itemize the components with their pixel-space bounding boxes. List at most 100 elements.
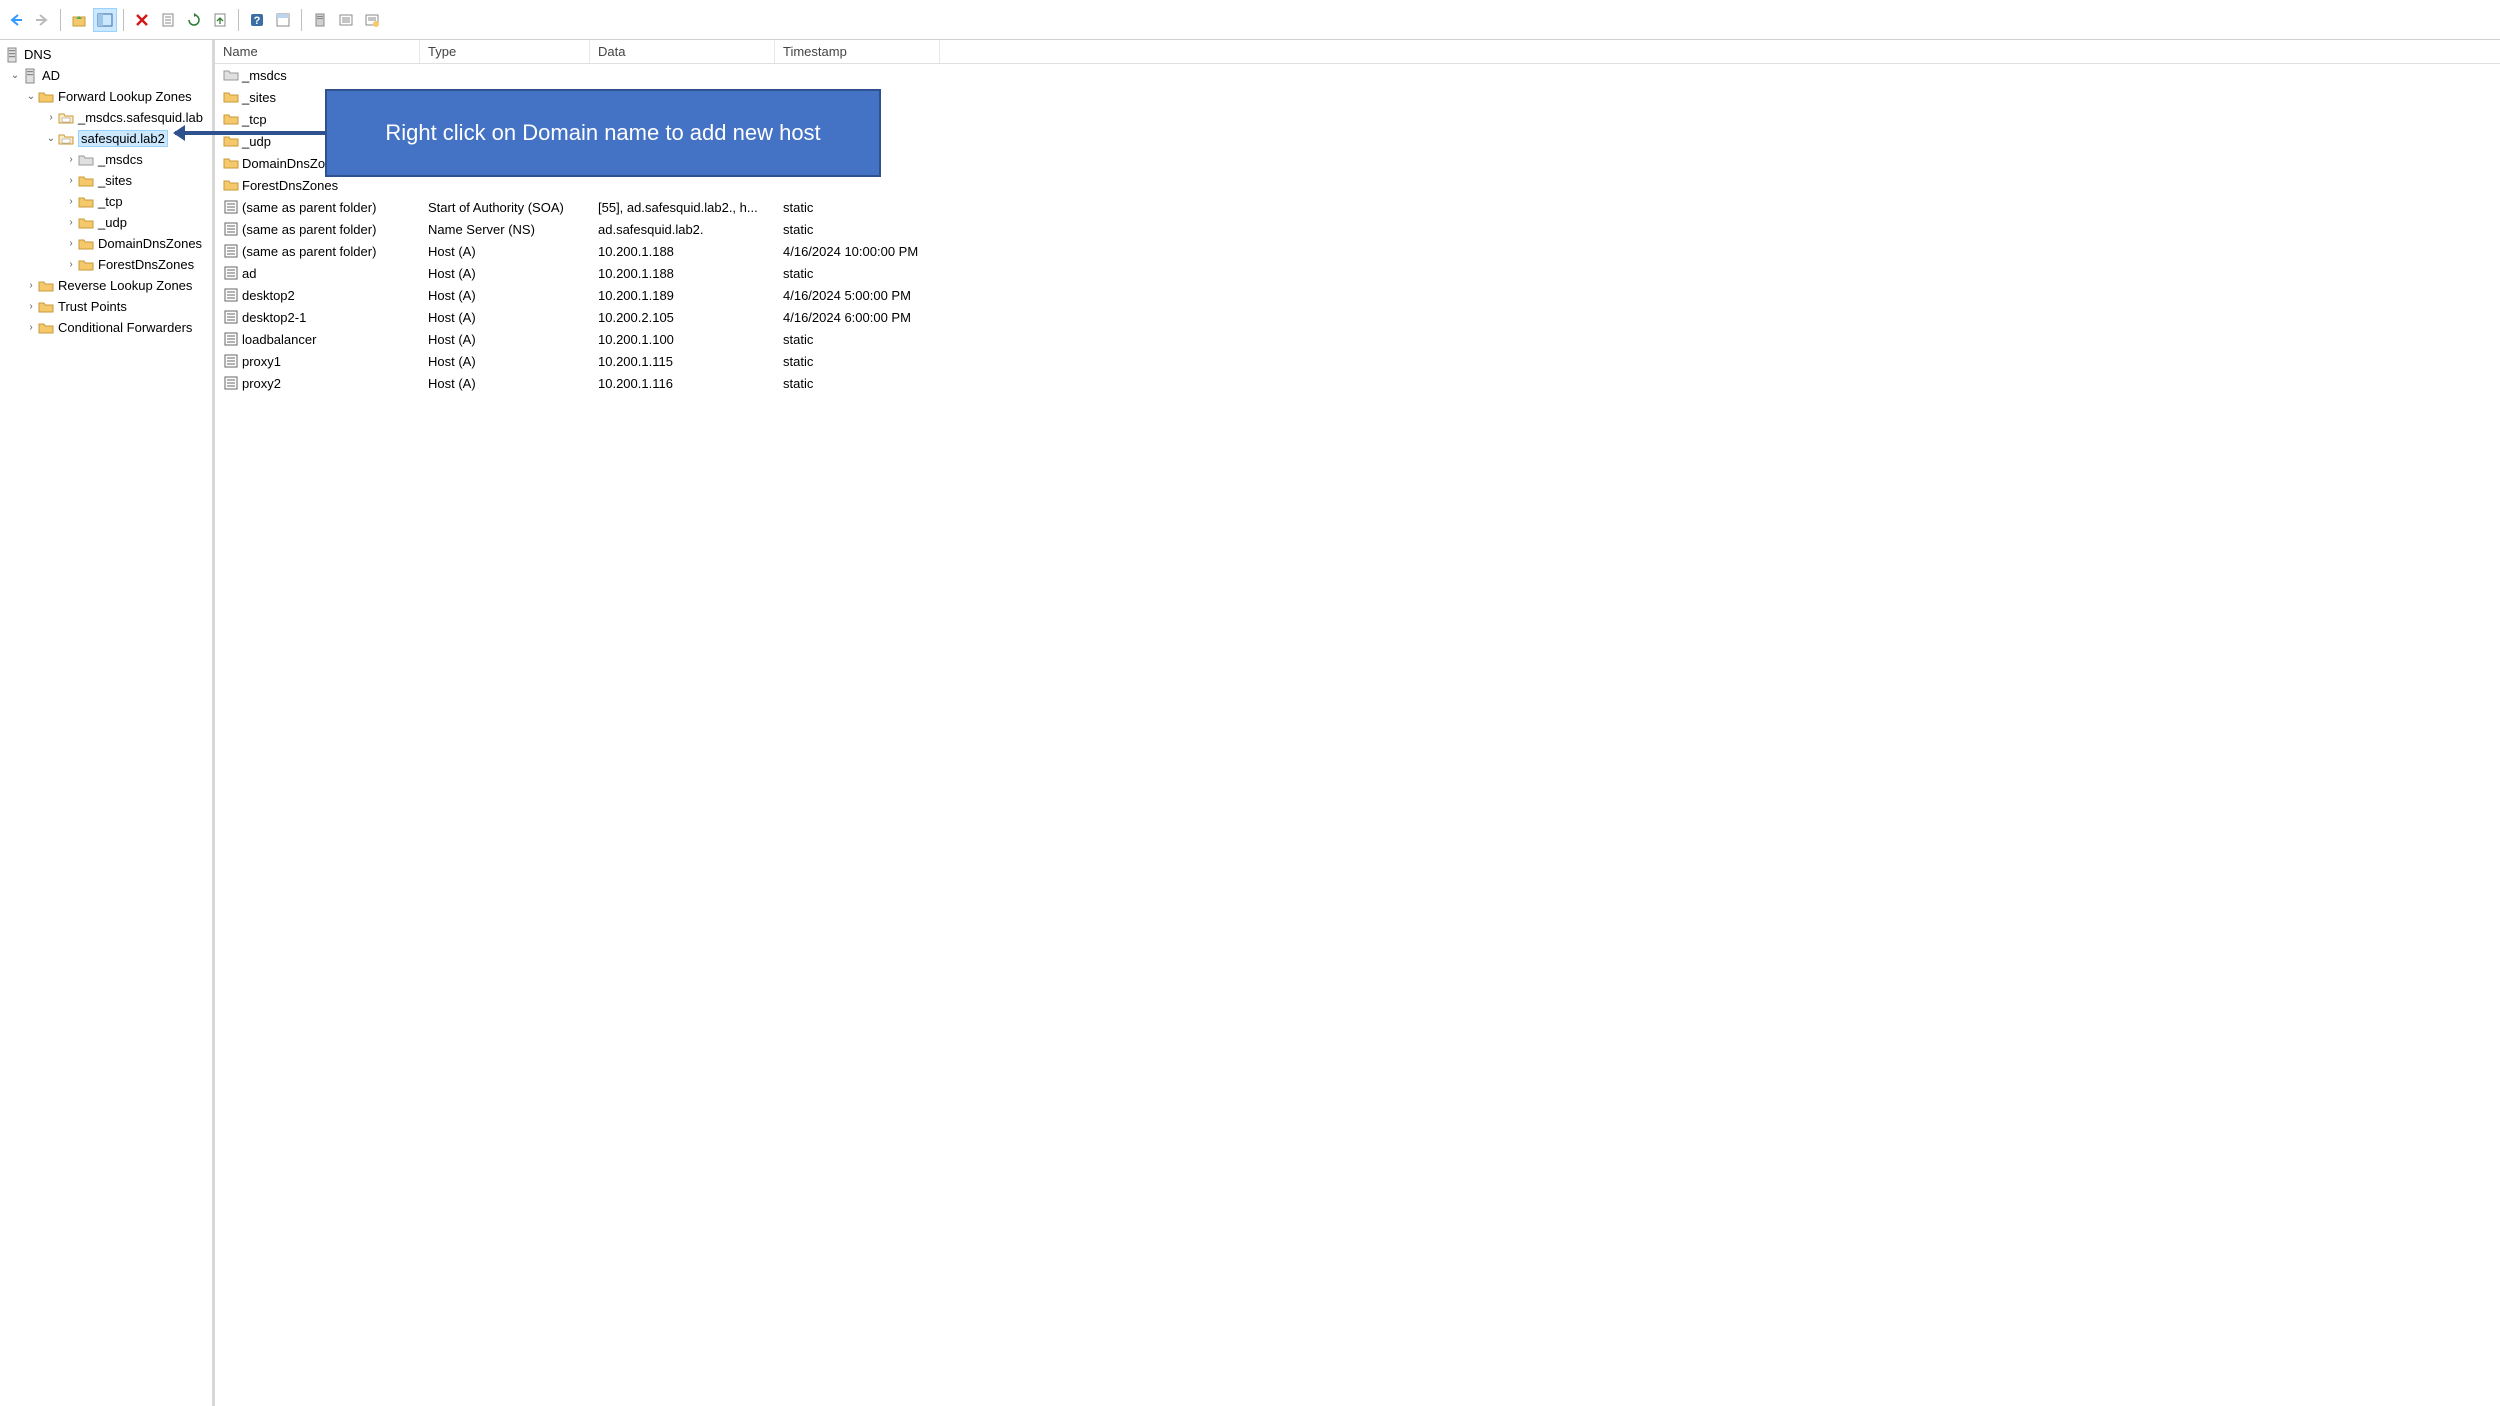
tree-label: Trust Points — [58, 299, 127, 314]
cell-name-text: desktop2 — [242, 288, 295, 303]
delete-button[interactable] — [130, 8, 154, 32]
cell-name: ForestDnsZones — [215, 177, 420, 193]
tree-node-sites[interactable]: › _sites — [0, 170, 212, 191]
cell-timestamp: static — [775, 222, 940, 237]
cell-name: desktop2 — [215, 287, 420, 303]
cell-name: ad — [215, 265, 420, 281]
list-row[interactable]: (same as parent folder)Name Server (NS)a… — [215, 218, 2500, 240]
record-icon — [223, 309, 239, 325]
list-row[interactable]: ForestDnsZones — [215, 174, 2500, 196]
list-row[interactable]: proxy1Host (A)10.200.1.115static — [215, 350, 2500, 372]
column-header-timestamp[interactable]: Timestamp — [775, 40, 940, 63]
cell-name-text: proxy1 — [242, 354, 281, 369]
cell-data: ad.safesquid.lab2. — [590, 222, 775, 237]
cell-timestamp: 4/16/2024 10:00:00 PM — [775, 244, 940, 259]
tree-label: ForestDnsZones — [98, 257, 194, 272]
cell-type: Host (A) — [420, 332, 590, 347]
expander-icon[interactable]: › — [64, 195, 78, 209]
folder-icon — [78, 257, 94, 273]
properties-button[interactable] — [156, 8, 180, 32]
cell-type: Host (A) — [420, 376, 590, 391]
record-icon — [223, 221, 239, 237]
tree-panel: DNS ⌄ AD ⌄ Forward Lookup Zones › _msdcs… — [0, 40, 215, 1406]
folder-icon — [78, 194, 94, 210]
cell-timestamp: static — [775, 376, 940, 391]
tree-node-flz[interactable]: ⌄ Forward Lookup Zones — [0, 86, 212, 107]
export-button[interactable] — [208, 8, 232, 32]
cell-name-text: _udp — [242, 134, 271, 149]
list-row[interactable]: desktop2Host (A)10.200.1.1894/16/2024 5:… — [215, 284, 2500, 306]
cell-data: [55], ad.safesquid.lab2., h... — [590, 200, 775, 215]
folder-icon — [78, 236, 94, 252]
tree-node-trust[interactable]: › Trust Points — [0, 296, 212, 317]
cell-name: loadbalancer — [215, 331, 420, 347]
tree-node-udp[interactable]: › _udp — [0, 212, 212, 233]
expander-icon[interactable]: › — [64, 258, 78, 272]
new-record-button[interactable] — [360, 8, 384, 32]
expander-icon[interactable]: › — [64, 174, 78, 188]
record-icon — [223, 375, 239, 391]
callout-box: Right click on Domain name to add new ho… — [325, 89, 881, 177]
folder-icon — [223, 133, 239, 149]
tree-node-tcp[interactable]: › _tcp — [0, 191, 212, 212]
list-row[interactable]: adHost (A)10.200.1.188static — [215, 262, 2500, 284]
cell-name-text: _sites — [242, 90, 276, 105]
expander-icon[interactable]: ⌄ — [8, 69, 22, 83]
folder-icon — [38, 299, 54, 315]
tree-node-domaindns[interactable]: › DomainDnsZones — [0, 233, 212, 254]
refresh-button[interactable] — [182, 8, 206, 32]
show-hide-tree-button[interactable] — [93, 8, 117, 32]
tree-node-conditional[interactable]: › Conditional Forwarders — [0, 317, 212, 338]
expander-icon[interactable]: ⌄ — [44, 132, 58, 146]
tree-node-server[interactable]: ⌄ AD — [0, 65, 212, 86]
cell-name: (same as parent folder) — [215, 243, 420, 259]
list-row[interactable]: loadbalancerHost (A)10.200.1.100static — [215, 328, 2500, 350]
cell-timestamp: static — [775, 332, 940, 347]
expander-icon[interactable]: › — [64, 237, 78, 251]
tree-node-dns[interactable]: DNS — [0, 44, 212, 65]
help-button[interactable]: ? — [245, 8, 269, 32]
tree-node-msdcs[interactable]: › _msdcs — [0, 149, 212, 170]
column-header-data[interactable]: Data — [590, 40, 775, 63]
expander-icon[interactable]: › — [24, 300, 38, 314]
back-button[interactable] — [4, 8, 28, 32]
tree-node-forestdns[interactable]: › ForestDnsZones — [0, 254, 212, 275]
new-zone-button[interactable] — [334, 8, 358, 32]
folder-icon — [38, 278, 54, 294]
column-header-name[interactable]: Name — [215, 40, 420, 63]
expander-icon[interactable]: › — [64, 153, 78, 167]
cell-name-text: loadbalancer — [242, 332, 316, 347]
record-icon — [223, 243, 239, 259]
cell-type: Host (A) — [420, 244, 590, 259]
cell-timestamp: 4/16/2024 6:00:00 PM — [775, 310, 940, 325]
folder-icon — [223, 89, 239, 105]
cell-name-text: ad — [242, 266, 256, 281]
list-row[interactable]: (same as parent folder)Start of Authorit… — [215, 196, 2500, 218]
cell-name-text: proxy2 — [242, 376, 281, 391]
expander-icon[interactable]: › — [24, 279, 38, 293]
forward-button[interactable] — [30, 8, 54, 32]
expander-icon[interactable]: ⌄ — [24, 90, 38, 104]
cell-name-text: (same as parent folder) — [242, 244, 376, 259]
up-button[interactable] — [67, 8, 91, 32]
list-row[interactable]: proxy2 Host (A)10.200.1.116static — [215, 372, 2500, 394]
tree-label: _udp — [98, 215, 127, 230]
new-server-button[interactable] — [308, 8, 332, 32]
cell-data: 10.200.1.116 — [590, 376, 775, 391]
tree-label: DNS — [24, 47, 51, 62]
action-button[interactable] — [271, 8, 295, 32]
folder-icon — [78, 173, 94, 189]
tree-label: _tcp — [98, 194, 123, 209]
expander-icon[interactable]: › — [64, 216, 78, 230]
zone-icon — [58, 131, 74, 147]
list-row[interactable]: desktop2-1Host (A)10.200.2.1054/16/2024 … — [215, 306, 2500, 328]
expander-icon[interactable]: › — [24, 321, 38, 335]
tree-node-rlz[interactable]: › Reverse Lookup Zones — [0, 275, 212, 296]
folder-icon — [223, 155, 239, 171]
list-row[interactable]: (same as parent folder)Host (A)10.200.1.… — [215, 240, 2500, 262]
folder-icon — [38, 320, 54, 336]
expander-icon[interactable]: › — [44, 111, 58, 125]
column-header-type[interactable]: Type — [420, 40, 590, 63]
cell-data: 10.200.1.188 — [590, 266, 775, 281]
list-row[interactable]: _msdcs — [215, 64, 2500, 86]
